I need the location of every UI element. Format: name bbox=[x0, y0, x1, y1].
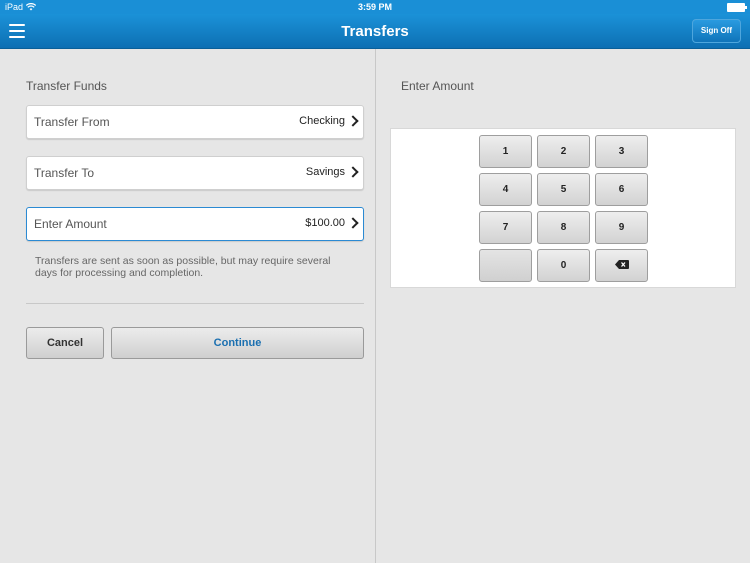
backspace-icon bbox=[614, 251, 629, 269]
chevron-right-icon bbox=[347, 217, 359, 229]
backspace-key[interactable] bbox=[595, 249, 648, 282]
key-4[interactable]: 4 bbox=[479, 173, 532, 206]
enter-amount-label: Enter Amount bbox=[34, 217, 107, 231]
key-8[interactable]: 8 bbox=[537, 211, 590, 244]
key-5[interactable]: 5 bbox=[537, 173, 590, 206]
continue-button[interactable]: Continue bbox=[111, 327, 364, 359]
cancel-button[interactable]: Cancel bbox=[26, 327, 104, 359]
key-7[interactable]: 7 bbox=[479, 211, 532, 244]
numeric-keypad: 1 2 3 4 5 6 7 8 9 0 bbox=[390, 128, 736, 288]
transfer-form-panel: Transfer Funds Transfer From Checking Tr… bbox=[0, 49, 376, 563]
transfer-disclaimer: Transfers are sent as soon as possible, … bbox=[35, 255, 331, 279]
transfer-funds-heading: Transfer Funds bbox=[26, 79, 107, 93]
sign-off-button[interactable]: Sign Off bbox=[691, 19, 741, 43]
chevron-right-icon bbox=[347, 166, 359, 178]
keypad-panel: Enter Amount 1 2 3 4 5 6 7 8 9 0 bbox=[376, 49, 750, 563]
status-bar: iPad 3:59 PM bbox=[0, 0, 750, 14]
enter-amount-row[interactable]: Enter Amount $100.00 bbox=[26, 207, 364, 241]
enter-amount-value: $100.00 bbox=[305, 217, 345, 229]
transfer-to-row[interactable]: Transfer To Savings bbox=[26, 156, 364, 190]
nav-bar: Transfers Sign Off bbox=[0, 14, 750, 49]
battery-icon bbox=[727, 3, 747, 12]
transfer-from-value: Checking bbox=[299, 115, 345, 127]
key-3[interactable]: 3 bbox=[595, 135, 648, 168]
key-blank bbox=[479, 249, 532, 282]
key-6[interactable]: 6 bbox=[595, 173, 648, 206]
key-1[interactable]: 1 bbox=[479, 135, 532, 168]
divider bbox=[26, 303, 364, 304]
enter-amount-heading: Enter Amount bbox=[401, 79, 474, 93]
transfer-from-row[interactable]: Transfer From Checking bbox=[26, 105, 364, 139]
transfer-from-label: Transfer From bbox=[34, 115, 110, 129]
status-time: 3:59 PM bbox=[357, 2, 392, 12]
page-title: Transfers bbox=[341, 23, 409, 40]
chevron-right-icon bbox=[347, 115, 359, 127]
key-0[interactable]: 0 bbox=[537, 249, 590, 282]
transfer-to-label: Transfer To bbox=[34, 166, 95, 180]
key-9[interactable]: 9 bbox=[595, 211, 648, 244]
key-2[interactable]: 2 bbox=[537, 135, 590, 168]
transfer-to-value: Savings bbox=[305, 166, 345, 178]
